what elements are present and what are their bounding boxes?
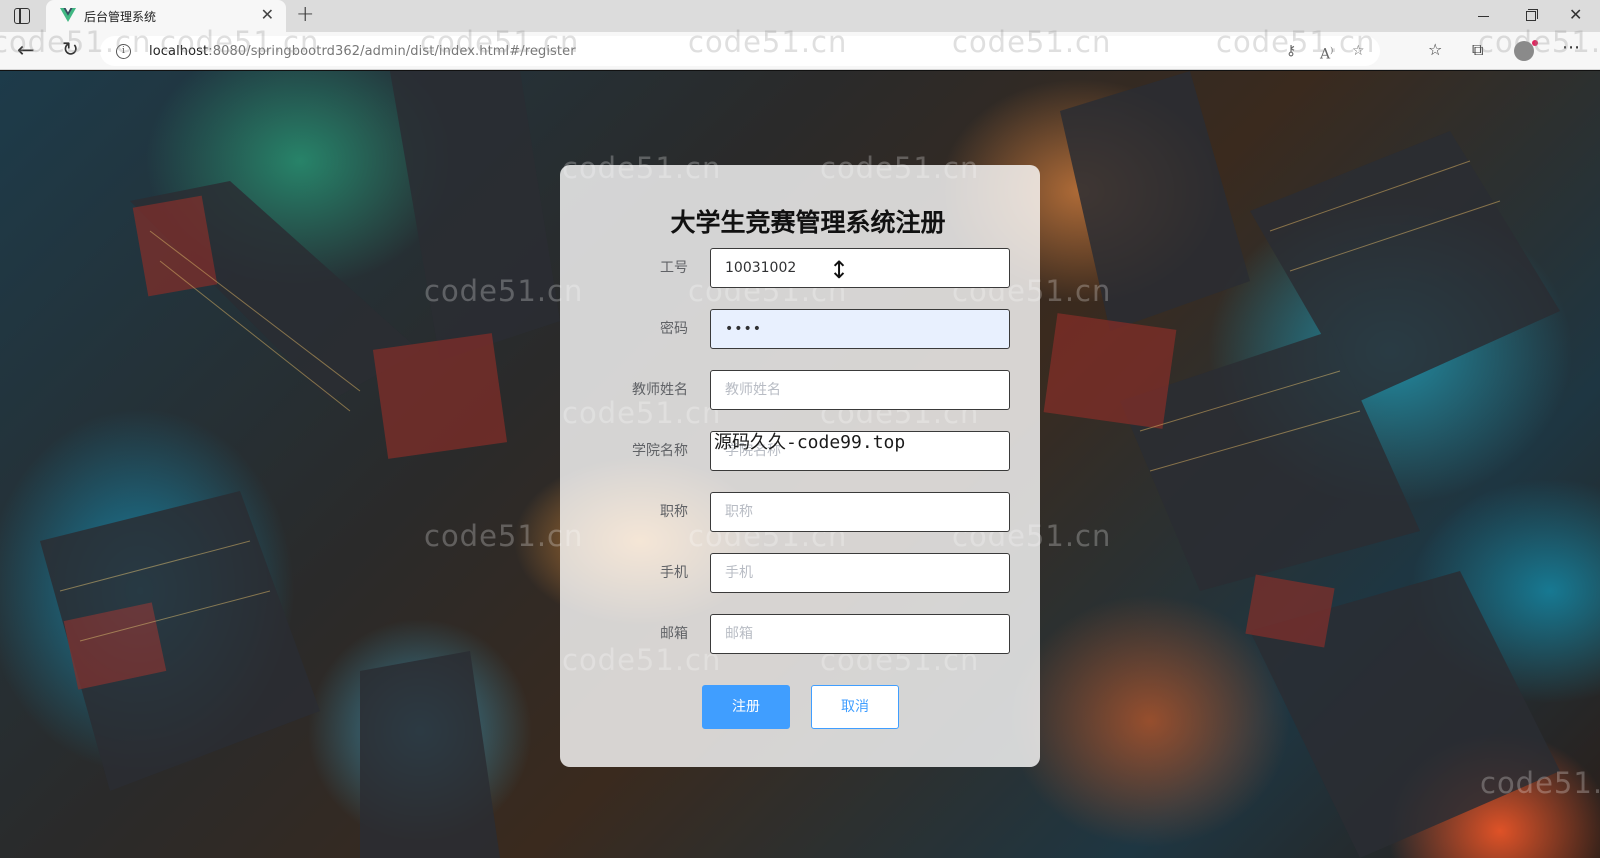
overlay-watermark-text: 源码久久-code99.top [714, 432, 906, 453]
password-input[interactable] [710, 309, 1010, 349]
tab-actions-icon[interactable] [14, 8, 30, 24]
phone-input[interactable] [710, 553, 1010, 593]
email-label: 邮箱 [660, 626, 688, 642]
teacher-name-input[interactable] [710, 370, 1010, 410]
watermark: code51.cn [1480, 766, 1600, 800]
watermark: code51.cn [420, 25, 580, 59]
college-name-label: 学院名称 [632, 443, 688, 459]
restore-icon[interactable] [1526, 9, 1538, 21]
employee-id-label: 工号 [660, 260, 688, 276]
watermark: code51.cn [1216, 25, 1376, 59]
password-label: 密码 [660, 321, 688, 337]
vue-logo-icon [60, 8, 76, 22]
employee-id-input[interactable] [710, 248, 1010, 288]
text-cursor-icon: ↕ [829, 256, 850, 284]
register-button[interactable]: 注册 [702, 685, 790, 729]
tab-title: 后台管理系统 [84, 10, 157, 24]
window-close-icon[interactable]: ✕ [1569, 6, 1582, 24]
new-tab-icon[interactable]: + [296, 4, 314, 26]
page-title: 大学生竞赛管理系统注册 [670, 208, 946, 237]
favorites-icon[interactable]: ☆ [1428, 41, 1442, 59]
watermark: code51.cn [160, 25, 320, 59]
watermark: code51.cn [952, 25, 1112, 59]
minimize-icon[interactable] [1478, 16, 1489, 17]
watermark: code51.cn [1478, 25, 1600, 59]
watermark: code51.cn [688, 25, 848, 59]
register-form-card: 大学生竞赛管理系统注册 工号 密码 教师姓名 学院名称 职称 手机 邮箱 注册 … [560, 165, 1040, 767]
teacher-name-label: 教师姓名 [632, 382, 688, 398]
email-input[interactable] [710, 614, 1010, 654]
phone-label: 手机 [660, 565, 688, 581]
watermark: code51.cn [0, 25, 152, 59]
close-tab-icon[interactable]: ✕ [261, 6, 274, 24]
job-title-label: 职称 [660, 504, 688, 520]
cancel-button[interactable]: 取消 [811, 685, 899, 729]
job-title-input[interactable] [710, 492, 1010, 532]
